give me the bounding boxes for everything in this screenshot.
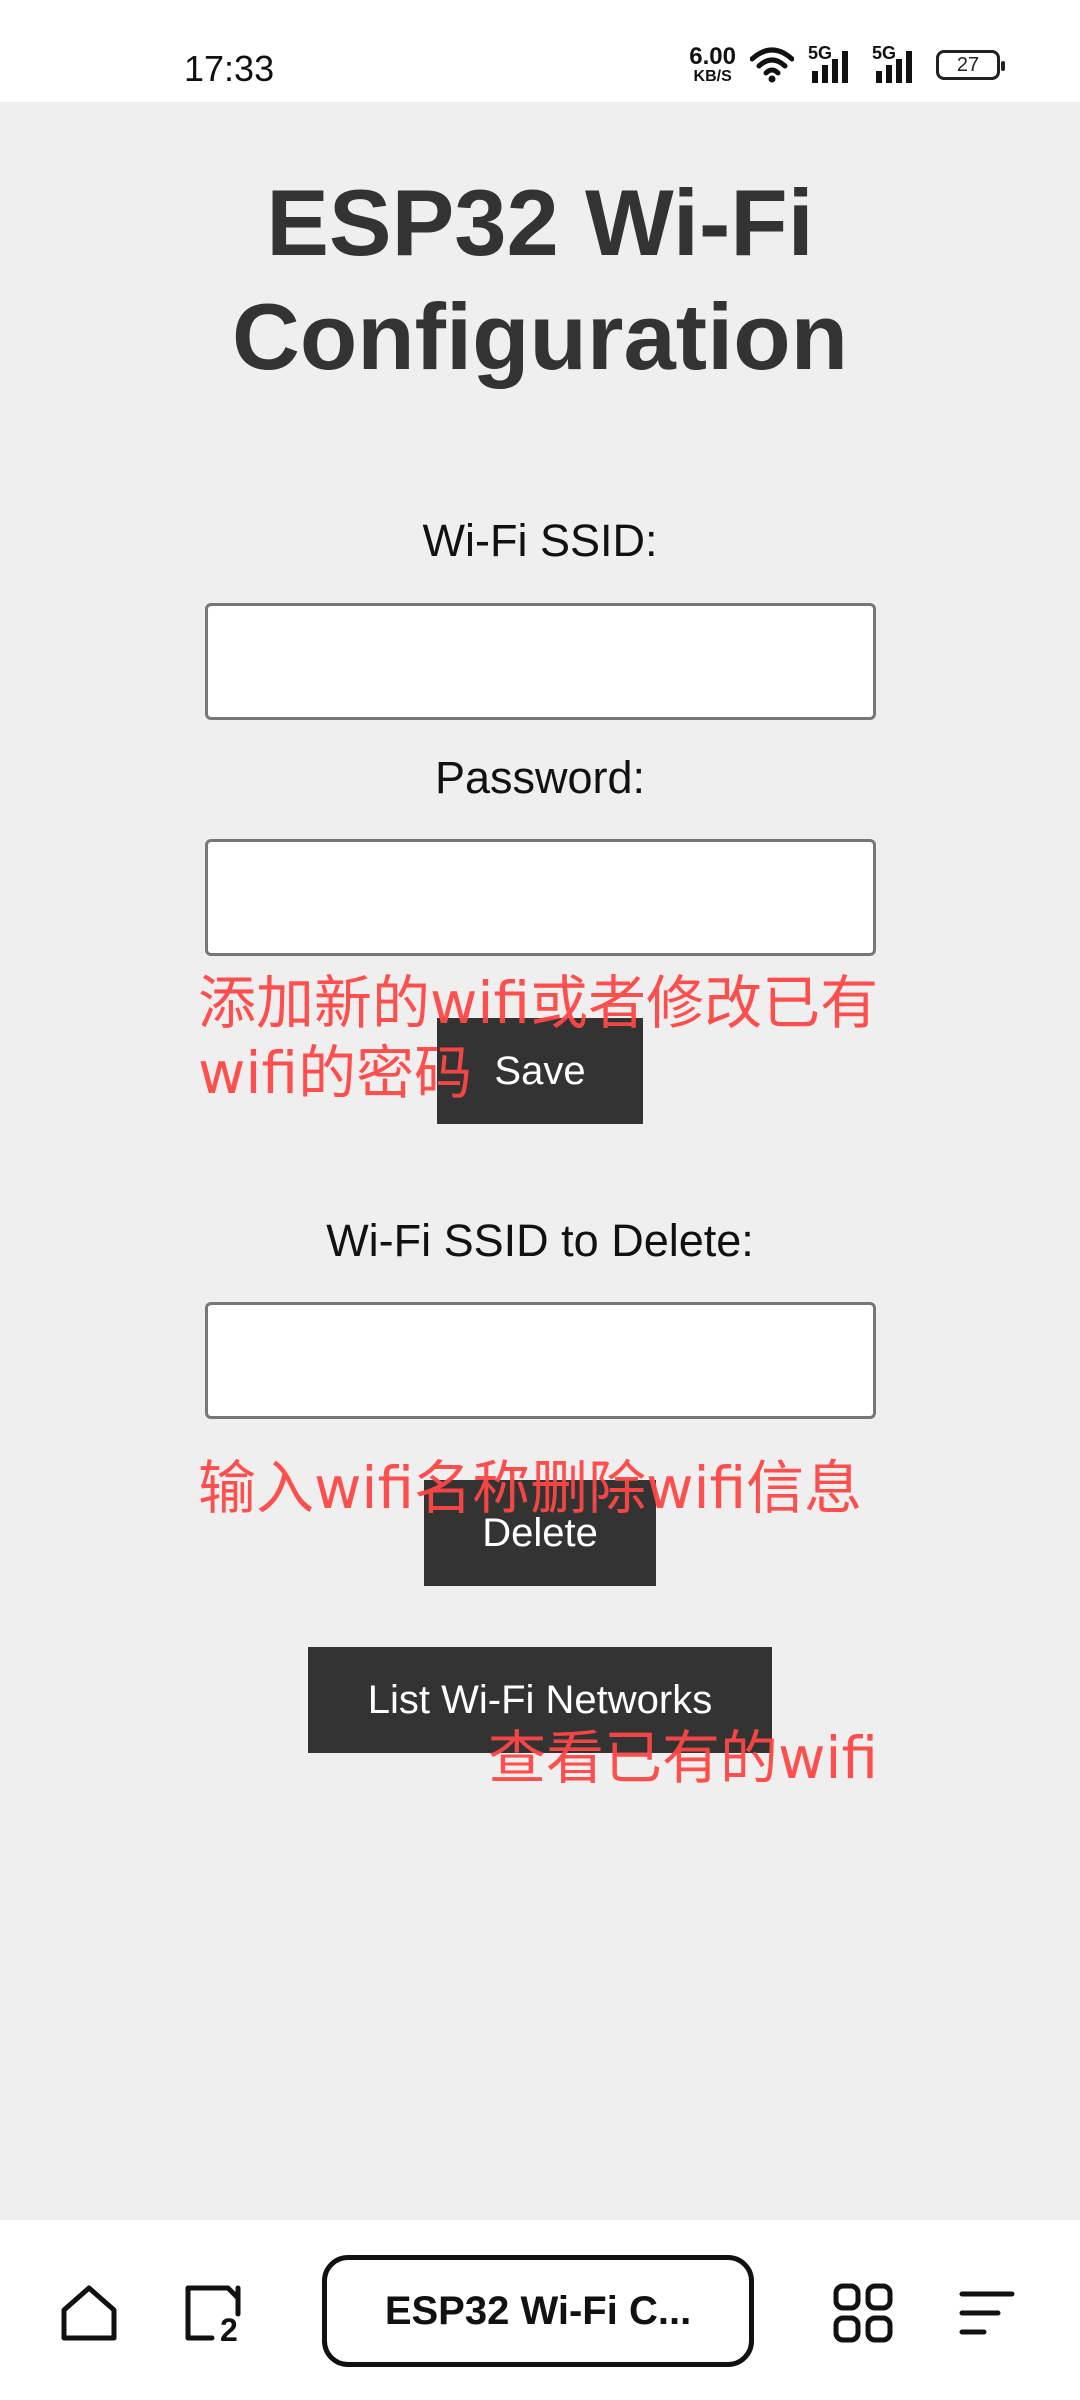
wifi-icon [750, 47, 794, 83]
delete-ssid-input[interactable] [205, 1302, 876, 1419]
current-tab-title: ESP32 Wi-Fi C... [384, 2288, 692, 2333]
tabs-count: 2 [220, 2312, 238, 2348]
password-label: Password: [434, 752, 646, 803]
ssid-label: Wi-Fi SSID: [422, 515, 658, 566]
signal-strength-icon-2: 5G [872, 43, 922, 83]
apps-grid-icon[interactable] [830, 2280, 896, 2346]
battery-level: 27 [956, 53, 980, 76]
network-speed-unit: KB/S [693, 68, 732, 85]
tabs-button[interactable]: 2 [182, 2280, 248, 2348]
battery-icon: 27 [936, 50, 1005, 80]
annotation-list: 查看已有的wifi [488, 1724, 879, 1792]
page-title-line-1: ESP32 Wi-Fi [266, 170, 814, 275]
annotation-delete: 输入wifi名称删除wifi信息 [198, 1454, 863, 1522]
signal-strength-icon-1: 5G [808, 43, 858, 83]
annotation-save-line-1: 添加新的wifi或者修改已有 [198, 969, 879, 1037]
tabs-icon [185, 2285, 241, 2341]
status-time: 17:33 [184, 48, 275, 89]
annotation-save-line-2: wifi的密码 [198, 1039, 473, 1107]
password-input[interactable] [205, 839, 876, 956]
status-bar: 17:33 6.00 KB/S 5G 5G 27 [0, 0, 1080, 102]
network-speed-value: 6.00 [689, 43, 736, 70]
delete-ssid-label: Wi-Fi SSID to Delete: [326, 1215, 754, 1266]
home-icon[interactable] [56, 2280, 122, 2346]
menu-icon[interactable] [956, 2280, 1022, 2346]
network-speed: 6.00 KB/S [689, 45, 736, 85]
current-tab-button[interactable]: ESP32 Wi-Fi C... [322, 2255, 754, 2367]
page-title-line-2: Configuration [231, 284, 849, 389]
ssid-input[interactable] [205, 603, 876, 720]
page-title: ESP32 Wi-Fi Configuration [0, 166, 1080, 394]
status-icons: 6.00 KB/S 5G 5G 27 [689, 40, 1005, 90]
